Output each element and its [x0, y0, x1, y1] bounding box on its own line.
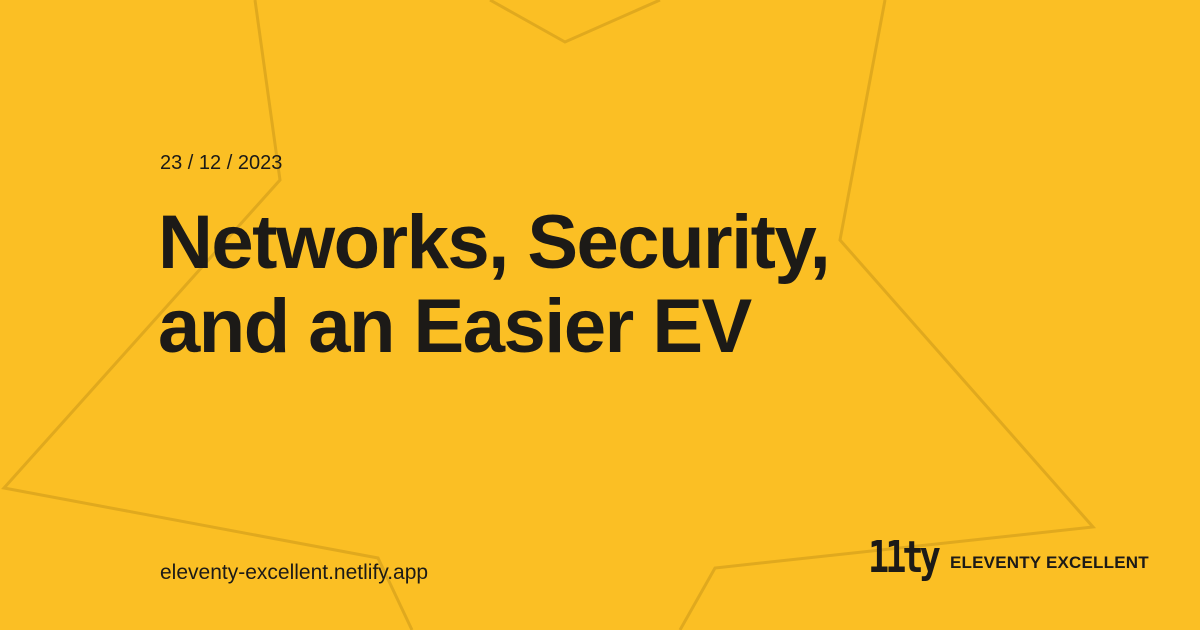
eleventy-logo: 11ty [868, 532, 941, 583]
post-title-line: Networks, Security, [158, 200, 831, 285]
post-date: 23 / 12 / 2023 [160, 152, 283, 174]
post-title: Networks, Security, and an Easier EV [158, 201, 918, 369]
social-card: 23 / 12 / 2023 Networks, Security, and a… [0, 0, 1200, 630]
site-url: eleventy-excellent.netlify.app [160, 561, 429, 584]
brand: 11ty ELEVENTY EXCELLENT [868, 534, 1149, 582]
post-title-line: and an Easier EV [158, 284, 752, 369]
brand-name: ELEVENTY EXCELLENT [950, 553, 1149, 572]
star-outline-path [489, 0, 661, 44]
